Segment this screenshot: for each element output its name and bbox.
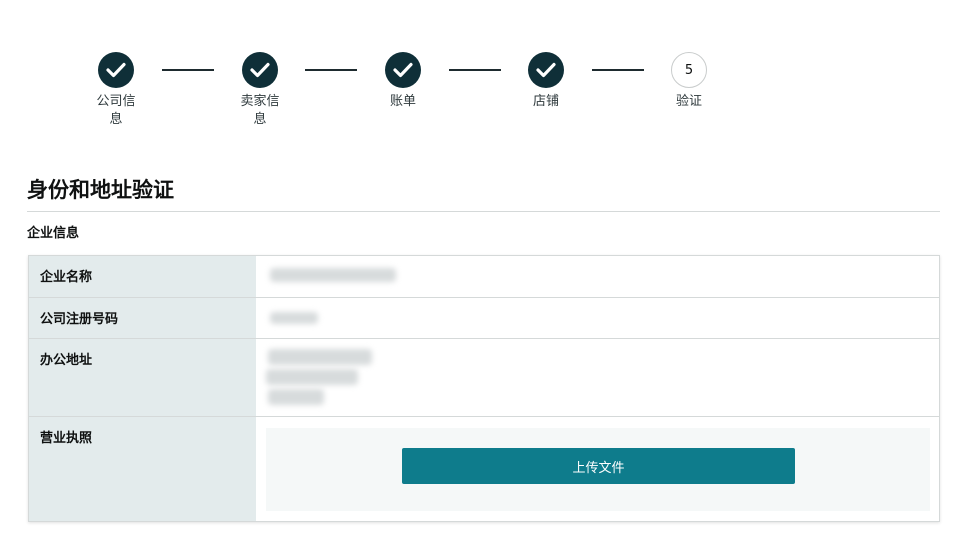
step-5-label: 验证	[675, 94, 702, 109]
step-1-circle	[98, 52, 134, 88]
step-2-circle	[242, 52, 278, 88]
step-3-label: 账单	[389, 94, 416, 109]
step-connector	[305, 69, 357, 71]
step-connector	[592, 69, 644, 71]
row-label: 营业执照	[29, 417, 256, 521]
redacted-text	[268, 349, 372, 365]
checkmark-icon	[536, 62, 556, 78]
business-license-value: 上传文件	[256, 417, 939, 521]
row-label: 办公地址	[29, 339, 256, 416]
table-row-business-name: 企业名称	[29, 256, 939, 297]
row-label: 企业名称	[29, 256, 256, 297]
table-row-business-license: 营业执照 上传文件	[29, 416, 939, 521]
page-title: 身份和地址验证	[27, 178, 174, 202]
step-4-circle	[528, 52, 564, 88]
redacted-text	[266, 369, 358, 385]
office-address-value	[256, 339, 939, 416]
step-5-circle: 5	[671, 52, 707, 88]
checkmark-icon	[106, 62, 126, 78]
redacted-text	[270, 312, 318, 324]
step-3-circle	[385, 52, 421, 88]
upload-area: 上传文件	[266, 428, 930, 511]
redacted-text	[268, 389, 324, 405]
registration-number-value	[256, 298, 939, 338]
step-seller-info[interactable]: 卖家信息	[230, 52, 290, 129]
step-connector	[162, 69, 214, 71]
upload-file-button[interactable]: 上传文件	[402, 448, 795, 484]
redacted-text	[270, 268, 396, 282]
row-label: 公司注册号码	[29, 298, 256, 338]
table-row-registration-number: 公司注册号码	[29, 297, 939, 338]
section-title: 企业信息	[27, 226, 80, 241]
step-connector	[449, 69, 501, 71]
progress-stepper: 公司信息 卖家信息 账单 店铺 5 验证	[0, 0, 975, 140]
checkmark-icon	[393, 62, 413, 78]
business-info-table: 企业名称 公司注册号码 办公地址 营业执照 上传文件	[28, 255, 940, 522]
step-verification[interactable]: 5 验证	[659, 52, 719, 111]
step-company-info[interactable]: 公司信息	[86, 52, 146, 129]
table-row-office-address: 办公地址	[29, 338, 939, 416]
checkmark-icon	[250, 62, 270, 78]
step-1-label: 公司信息	[96, 94, 136, 127]
step-store[interactable]: 店铺	[516, 52, 576, 111]
step-4-label: 店铺	[532, 94, 559, 109]
title-divider	[27, 211, 940, 212]
step-2-label: 卖家信息	[240, 94, 280, 127]
step-billing[interactable]: 账单	[373, 52, 433, 111]
business-name-value	[256, 256, 939, 297]
